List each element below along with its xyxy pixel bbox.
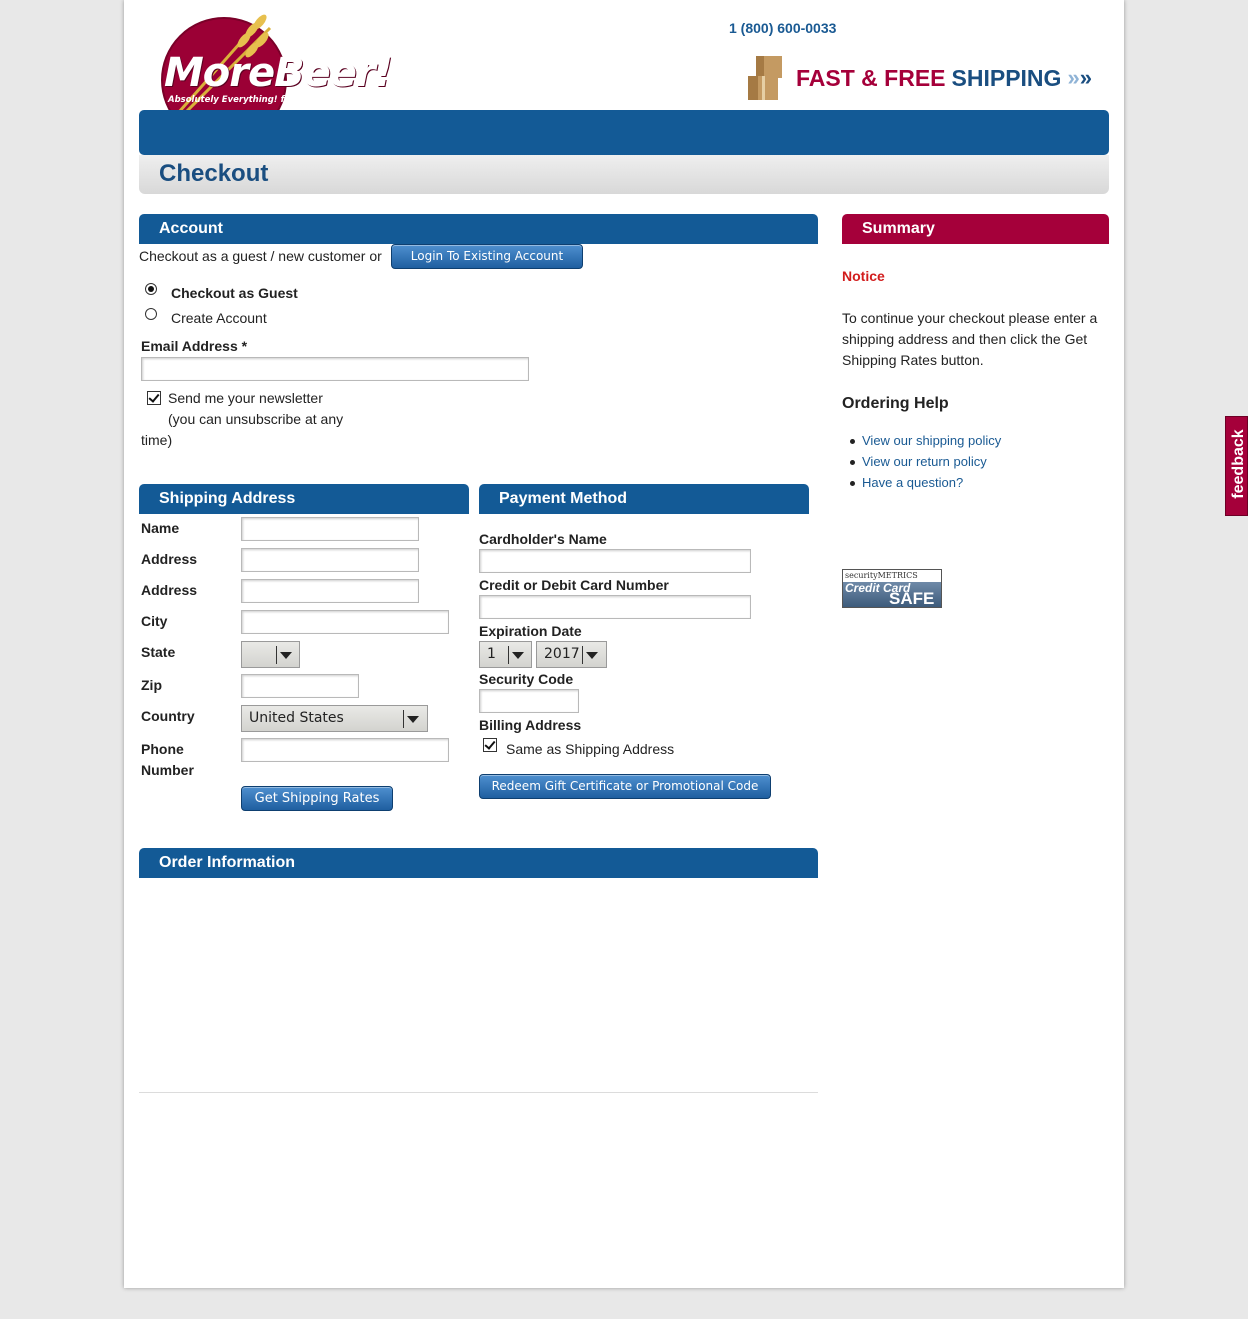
city-label: City: [141, 613, 168, 629]
shipping-address1-field[interactable]: [241, 548, 419, 572]
promo-shipping: SHIPPING: [951, 64, 1062, 91]
notice-text-3: Shipping Rates button.: [842, 352, 984, 368]
payment-method-heading: Payment Method: [479, 484, 809, 514]
shipping-address-heading: Shipping Address: [139, 484, 469, 514]
billing-address-label: Billing Address: [479, 717, 582, 733]
country-label: Country: [141, 708, 195, 724]
shipping-name-field[interactable]: [241, 517, 419, 541]
security-metrics-badge[interactable]: securityMETRICS Credit Card SAFE: [842, 569, 942, 608]
card-number-field[interactable]: [479, 595, 751, 619]
shipping-phone-field[interactable]: [241, 738, 449, 762]
promo-arrows-icon: »»: [1067, 65, 1092, 90]
security-code-field[interactable]: [479, 689, 579, 713]
email-field[interactable]: [141, 357, 529, 381]
chevron-down-icon: [280, 652, 292, 659]
promo-fast-free: FAST & FREE: [796, 64, 946, 91]
country-value: United States: [249, 710, 344, 726]
summary-heading: Summary: [842, 214, 1109, 244]
chevron-down-icon: [512, 652, 524, 659]
create-account-label[interactable]: Create Account: [171, 310, 267, 326]
feedback-tab[interactable]: feedback: [1225, 416, 1248, 516]
state-label: State: [141, 644, 176, 660]
notice-text-1: To continue your checkout please enter a: [842, 310, 1098, 326]
create-account-radio[interactable]: [145, 308, 157, 320]
newsletter-checkbox[interactable]: [147, 391, 161, 405]
logo-tagline: Absolutely Everything! for Beer-Making: [168, 95, 358, 105]
newsletter-label-3: time): [141, 432, 173, 448]
same-as-shipping-checkbox[interactable]: [483, 738, 497, 752]
main-nav-bar: [139, 110, 1109, 155]
page-title: Checkout: [159, 160, 269, 187]
zip-label: Zip: [141, 677, 162, 693]
chevron-down-icon: [407, 716, 419, 723]
shipping-policy-link[interactable]: View our shipping policy: [862, 433, 1001, 448]
security-code-label: Security Code: [479, 671, 574, 687]
email-label: Email Address *: [141, 338, 248, 354]
get-shipping-rates-button[interactable]: Get Shipping Rates: [241, 786, 393, 811]
expiration-year-select[interactable]: 2017: [536, 641, 607, 668]
bullet: [850, 460, 855, 465]
shipping-address2-field[interactable]: [241, 579, 419, 603]
cardholder-name-field[interactable]: [479, 549, 751, 573]
shipping-promo[interactable]: FAST & FREE SHIPPING »»: [748, 56, 1092, 100]
checkout-guest-label[interactable]: Checkout as Guest: [171, 285, 298, 301]
exp-year-value: 2017: [544, 646, 580, 662]
bullet: [850, 439, 855, 444]
phone-number[interactable]: 1 (800) 600-0033: [729, 20, 836, 36]
badge-bottom: SAFE: [889, 589, 935, 608]
chevron-down-icon: [586, 652, 598, 659]
address1-label: Address: [141, 551, 198, 567]
newsletter-label-2: (you can unsubscribe at any: [168, 411, 344, 427]
checkout-guest-radio[interactable]: [145, 283, 157, 295]
order-information-heading: Order Information: [139, 848, 818, 878]
expiration-month-select[interactable]: 1: [479, 641, 532, 668]
name-label: Name: [141, 520, 180, 536]
logo-wordmark: MoreBeer!: [164, 50, 393, 96]
cardholder-label: Cardholder's Name: [479, 531, 607, 547]
return-policy-link[interactable]: View our return policy: [862, 454, 987, 469]
login-existing-account-button[interactable]: Login To Existing Account: [391, 244, 583, 269]
ordering-help-heading: Ordering Help: [842, 395, 949, 412]
address2-label: Address: [141, 582, 198, 598]
page-title-bar: Checkout: [139, 155, 1109, 194]
expiration-label: Expiration Date: [479, 623, 582, 639]
card-number-label: Credit or Debit Card Number: [479, 577, 669, 593]
account-intro: Checkout as a guest / new customer or: [139, 248, 382, 264]
exp-month-value: 1: [487, 646, 496, 662]
state-select[interactable]: [241, 641, 300, 668]
shipping-box-icon: [748, 56, 782, 100]
phone-label-2: Number: [141, 762, 194, 778]
account-heading: Account: [139, 214, 818, 244]
phone-label-1: Phone: [141, 741, 184, 757]
shipping-zip-field[interactable]: [241, 674, 359, 698]
order-divider: [139, 1092, 818, 1093]
have-a-question-link[interactable]: Have a question?: [862, 475, 963, 490]
bullet: [850, 481, 855, 486]
notice-text-2: shipping address and then click the Get: [842, 331, 1088, 347]
notice-label: Notice: [842, 268, 885, 284]
shipping-city-field[interactable]: [241, 610, 449, 634]
redeem-gift-certificate-button[interactable]: Redeem Gift Certificate or Promotional C…: [479, 774, 771, 799]
feedback-label: feedback: [1230, 429, 1247, 499]
newsletter-label-1: Send me your newsletter: [168, 390, 323, 406]
country-select[interactable]: United States: [241, 705, 428, 732]
same-as-shipping-label: Same as Shipping Address: [506, 741, 675, 757]
